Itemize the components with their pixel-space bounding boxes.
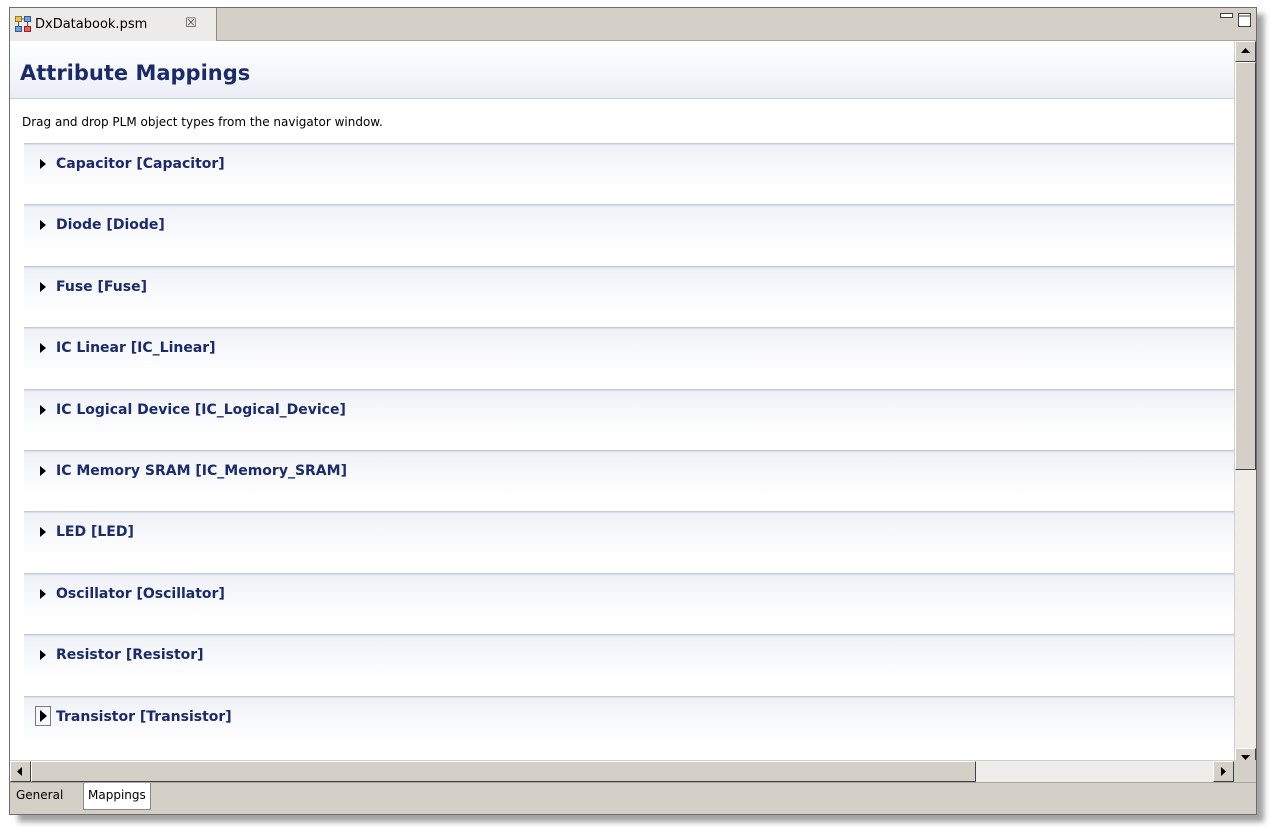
close-icon[interactable]: ☒: [185, 16, 197, 31]
expand-arrow-icon[interactable]: [38, 219, 48, 231]
scroll-corner: [1234, 760, 1256, 782]
section-oscillator: Oscillator [Oscillator]: [24, 572, 1234, 634]
editor-tab[interactable]: DxDatabook.psm ☒: [10, 8, 217, 41]
section-header[interactable]: Resistor [Resistor]: [24, 634, 1234, 683]
section-title[interactable]: Capacitor [Capacitor]: [56, 156, 225, 172]
section-fuse: Fuse [Fuse]: [24, 265, 1234, 327]
scroll-right-button[interactable]: [1213, 761, 1234, 782]
editor-window: DxDatabook.psm ☒ Attribute Mappings Drag…: [9, 7, 1257, 815]
section-title[interactable]: IC Memory SRAM [IC_Memory_SRAM]: [56, 463, 347, 479]
page-tab-bar: General Mappings: [10, 782, 1256, 814]
section-header[interactable]: LED [LED]: [24, 511, 1234, 560]
arrow-right-icon: [1221, 767, 1226, 776]
mapping-sections: Capacitor [Capacitor] Diode [Diode] Fuse…: [24, 143, 1234, 757]
section-ic-linear: IC Linear [IC_Linear]: [24, 327, 1234, 388]
expand-arrow-icon[interactable]: [38, 465, 48, 477]
section-title[interactable]: Resistor [Resistor]: [56, 647, 204, 663]
section-title[interactable]: LED [LED]: [56, 524, 134, 540]
vertical-scroll-thumb[interactable]: [1235, 62, 1256, 470]
section-header[interactable]: IC Linear [IC_Linear]: [24, 327, 1234, 376]
expand-arrow-icon[interactable]: [38, 404, 48, 416]
section-header[interactable]: Fuse [Fuse]: [24, 265, 1234, 314]
vertical-scrollbar[interactable]: [1234, 41, 1256, 769]
minimize-icon[interactable]: [1220, 13, 1233, 21]
expand-arrow-icon[interactable]: [38, 588, 48, 600]
section-resistor: Resistor [Resistor]: [24, 634, 1234, 695]
section-title[interactable]: Diode [Diode]: [56, 217, 165, 233]
expand-arrow-icon[interactable]: [35, 705, 51, 726]
section-title[interactable]: Transistor [Transistor]: [56, 709, 232, 725]
expand-arrow-icon[interactable]: [38, 281, 48, 293]
section-header[interactable]: IC Logical Device [IC_Logical_Device]: [24, 388, 1234, 437]
form-header: Attribute Mappings: [10, 41, 1234, 99]
section-title[interactable]: Oscillator [Oscillator]: [56, 586, 225, 602]
section-title[interactable]: IC Logical Device [IC_Logical_Device]: [56, 402, 346, 418]
expand-arrow-icon[interactable]: [38, 649, 48, 661]
section-header[interactable]: Transistor [Transistor]: [24, 695, 1234, 744]
section-diode: Diode [Diode]: [24, 204, 1234, 265]
maximize-icon[interactable]: [1238, 13, 1251, 27]
section-header[interactable]: IC Memory SRAM [IC_Memory_SRAM]: [24, 449, 1234, 498]
page-title: Attribute Mappings: [20, 61, 251, 85]
section-header[interactable]: Capacitor [Capacitor]: [24, 143, 1234, 191]
tab-mappings[interactable]: Mappings: [83, 783, 151, 810]
section-header[interactable]: Diode [Diode]: [24, 204, 1234, 253]
section-transistor: Transistor [Transistor]: [24, 695, 1234, 757]
expand-arrow-icon[interactable]: [38, 342, 48, 354]
psm-file-icon: [15, 16, 31, 32]
arrow-up-icon: [1241, 48, 1250, 53]
section-title[interactable]: IC Linear [IC_Linear]: [56, 340, 216, 356]
arrow-left-icon: [17, 767, 22, 776]
section-ic-memory-sram: IC Memory SRAM [IC_Memory_SRAM]: [24, 449, 1234, 511]
section-header[interactable]: Oscillator [Oscillator]: [24, 572, 1234, 621]
scroll-up-button[interactable]: [1235, 41, 1256, 62]
section-capacitor: Capacitor [Capacitor]: [24, 143, 1234, 204]
instructions-text: Drag and drop PLM object types from the …: [22, 115, 383, 129]
section-led: LED [LED]: [24, 511, 1234, 572]
horizontal-scroll-thumb[interactable]: [31, 761, 976, 782]
expand-arrow-icon[interactable]: [38, 158, 48, 170]
tab-general[interactable]: General: [12, 783, 67, 809]
horizontal-scrollbar[interactable]: [10, 760, 1234, 782]
editor-tab-bar: DxDatabook.psm ☒: [10, 8, 1256, 41]
section-ic-logical-device: IC Logical Device [IC_Logical_Device]: [24, 388, 1234, 450]
section-title[interactable]: Fuse [Fuse]: [56, 279, 147, 295]
scroll-left-button[interactable]: [10, 761, 31, 782]
editor-tab-title: DxDatabook.psm: [35, 17, 148, 32]
expand-arrow-icon[interactable]: [38, 526, 48, 538]
